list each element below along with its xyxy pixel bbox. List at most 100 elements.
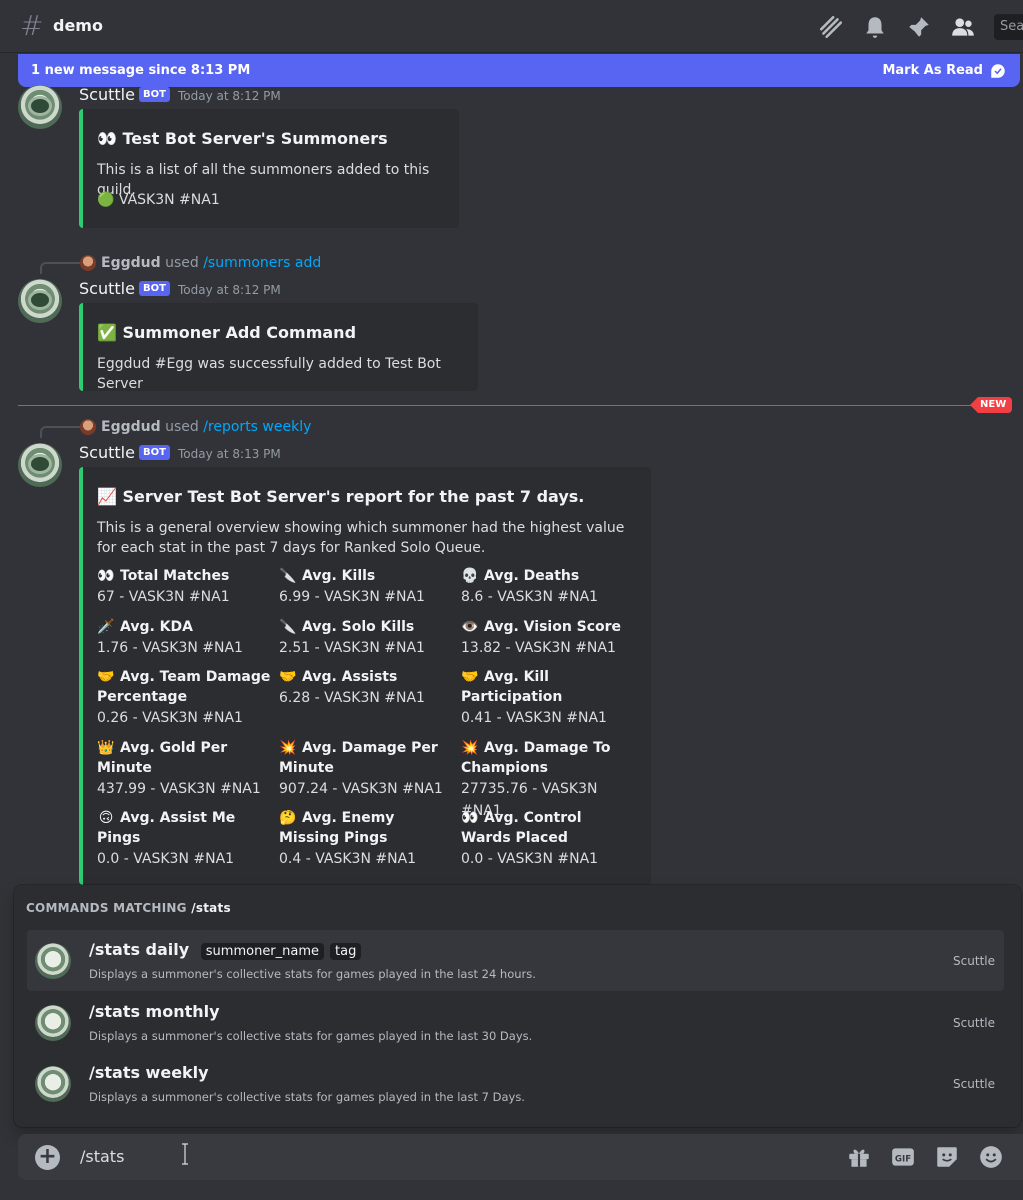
- field-name: Total Matches: [120, 568, 230, 584]
- field-avg-deaths: 💀 Avg. Deaths 8.6 - VASK3N #NA1: [461, 566, 636, 608]
- command-link[interactable]: /summoners add: [203, 255, 321, 271]
- knife-icon: 🔪: [279, 568, 297, 584]
- hashtag-icon: #: [20, 9, 44, 42]
- embed-title: 📈 Server Test Bot Server's report for th…: [97, 487, 585, 506]
- field-name: Avg. Assists: [302, 669, 398, 685]
- message-input[interactable]: /stats: [80, 1147, 124, 1166]
- notification-bell-icon[interactable]: [862, 14, 888, 40]
- new-messages-text: 1 new message since 8:13 PM: [31, 63, 251, 78]
- field-value: 0.0 - VASK3N #NA1: [97, 851, 235, 867]
- command-option-stats-daily[interactable]: /stats daily summoner_name tag Displays a…: [27, 930, 1004, 991]
- field-avg-solo-kills: 🔪 Avg. Solo Kills 2.51 - VASK3N #NA1: [279, 617, 454, 659]
- reply-user[interactable]: Eggdud: [101, 419, 161, 435]
- reply-avatar[interactable]: [80, 419, 96, 435]
- new-badge: NEW: [970, 397, 1013, 413]
- field-avg-gold-per-minute: 👑 Avg. Gold Per Minute 437.99 - VASK3N #N…: [97, 738, 272, 800]
- field-avg-damage-per-minute: 💥 Avg. Damage Per Minute 907.24 - VASK3N …: [279, 738, 454, 800]
- field-avg-vision-score: 👁️ Avg. Vision Score 13.82 - VASK3N #NA1: [461, 617, 636, 659]
- message-author[interactable]: Scuttle: [79, 85, 135, 104]
- message-composer[interactable]: + /stats GIF: [18, 1134, 1023, 1180]
- embed-title: 👀 Test Bot Server's Summoners: [97, 129, 388, 148]
- used-label: used: [165, 255, 199, 271]
- option-chip[interactable]: summoner_name: [200, 943, 325, 960]
- upside-down-face-icon: 🙃: [98, 810, 114, 826]
- new-messages-bar[interactable]: 1 new message since 8:13 PM Mark As Read: [18, 54, 1020, 87]
- bot-avatar: [35, 1066, 71, 1102]
- field-avg-enemy-missing-pings: 🤔 Avg. Enemy Missing Pings 0.4 - VASK3N #…: [279, 808, 454, 870]
- field-value: 0.0 - VASK3N #NA1: [461, 851, 599, 867]
- field-name: Avg. Kills: [302, 568, 376, 584]
- sticker-icon[interactable]: [934, 1144, 960, 1170]
- heading-prefix: COMMANDS MATCHING: [26, 901, 187, 915]
- mark-as-read-button[interactable]: Mark As Read: [882, 62, 1007, 80]
- explosion-icon: 💥: [461, 740, 479, 756]
- field-avg-team-damage: 🤝 Avg. Team Damage Percentage 0.26 - VASK…: [97, 667, 272, 729]
- field-name: Avg. Gold Per Minute: [97, 740, 228, 776]
- field-value: 6.99 - VASK3N #NA1: [279, 589, 425, 605]
- threads-icon[interactable]: [818, 14, 844, 40]
- embed-summoner-add: ✅ Summoner Add Command Eggdud #Egg was s…: [79, 303, 478, 392]
- field-value: 437.99 - VASK3N #NA1: [97, 781, 261, 797]
- field-value: 13.82 - VASK3N #NA1: [461, 640, 616, 656]
- handshake-icon: 🤝: [279, 669, 297, 685]
- eye-icon: 👁️: [461, 619, 479, 635]
- command-usage: Eggdud used /summoners add: [101, 255, 321, 271]
- field-name: Avg. Control Wards Placed: [461, 810, 582, 846]
- avatar[interactable]: [18, 279, 62, 323]
- field-name: Avg. Team Damage Percentage: [97, 669, 271, 705]
- emoji-icon[interactable]: [978, 1144, 1004, 1170]
- reply-connector: [40, 262, 80, 274]
- reply-user[interactable]: Eggdud: [101, 255, 161, 271]
- command-source: Scuttle: [953, 954, 995, 968]
- field-value: 0.41 - VASK3N #NA1: [461, 710, 607, 726]
- crown-icon: 👑: [97, 740, 115, 756]
- text-cursor-icon: [182, 1143, 188, 1165]
- handshake-icon: 🤝: [97, 669, 115, 685]
- option-chip[interactable]: tag: [330, 943, 362, 960]
- command-option-stats-weekly[interactable]: /stats weekly Displays a summoner's coll…: [27, 1053, 1004, 1114]
- search-input[interactable]: Search: [994, 14, 1023, 40]
- add-attachment-icon[interactable]: +: [35, 1145, 60, 1170]
- used-label: used: [165, 419, 199, 435]
- svg-text:GIF: GIF: [895, 1154, 911, 1164]
- dagger-icon: 🗡️: [97, 619, 115, 635]
- channel-header: # demo Search: [0, 0, 1023, 53]
- handshake-icon: 🤝: [461, 669, 479, 685]
- embed-title: ✅ Summoner Add Command: [97, 323, 357, 342]
- embed-weekly-report: 📈 Server Test Bot Server's report for th…: [79, 467, 651, 885]
- message-author[interactable]: Scuttle: [79, 443, 135, 462]
- gift-icon[interactable]: [846, 1144, 872, 1170]
- message-author[interactable]: Scuttle: [79, 279, 135, 298]
- skull-icon: 💀: [461, 568, 479, 584]
- field-value: 0.26 - VASK3N #NA1: [97, 710, 243, 726]
- command-option-stats-monthly[interactable]: /stats monthly Displays a summoner's col…: [27, 992, 1004, 1053]
- command-link[interactable]: /reports weekly: [203, 419, 311, 435]
- field-value: 0.4 - VASK3N #NA1: [279, 851, 417, 867]
- command-autocomplete-popup: COMMANDS MATCHING /stats /stats daily su…: [14, 885, 1021, 1127]
- autocomplete-heading: COMMANDS MATCHING /stats: [26, 901, 231, 915]
- command-usage: Eggdud used /reports weekly: [101, 419, 311, 435]
- gif-icon[interactable]: GIF: [890, 1144, 916, 1170]
- avatar[interactable]: [18, 443, 62, 487]
- field-avg-control-wards: 👀 Avg. Control Wards Placed 0.0 - VASK3N …: [461, 808, 636, 870]
- field-avg-kill-participation: 🤝 Avg. Kill Participation 0.41 - VASK3N #…: [461, 667, 636, 729]
- embed-summoner-line: 🟢 VASK3N #NA1: [97, 192, 220, 208]
- reply-avatar[interactable]: [80, 255, 96, 271]
- eyes-icon: 👀: [461, 810, 479, 826]
- eyes-icon: 👀: [97, 568, 115, 584]
- avatar[interactable]: [18, 85, 62, 129]
- field-avg-kills: 🔪 Avg. Kills 6.99 - VASK3N #NA1: [279, 566, 454, 608]
- field-total-matches: 👀 Total Matches 67 - VASK3N #NA1: [97, 566, 272, 608]
- field-avg-kda: 🗡️ Avg. KDA 1.76 - VASK3N #NA1: [97, 617, 272, 659]
- reply-connector: [40, 426, 80, 438]
- bot-badge: BOT: [139, 445, 170, 460]
- field-value: 67 - VASK3N #NA1: [97, 589, 230, 605]
- field-name: Avg. Deaths: [484, 568, 580, 584]
- mark-read-icon: [991, 63, 1005, 78]
- message-timestamp: Today at 8:13 PM: [178, 447, 281, 461]
- member-list-icon[interactable]: [950, 14, 976, 40]
- field-name: Avg. Damage Per Minute: [279, 740, 438, 776]
- pin-icon[interactable]: [906, 14, 932, 40]
- command-description: Displays a summoner's collective stats f…: [89, 1090, 525, 1104]
- field-value: 1.76 - VASK3N #NA1: [97, 640, 243, 656]
